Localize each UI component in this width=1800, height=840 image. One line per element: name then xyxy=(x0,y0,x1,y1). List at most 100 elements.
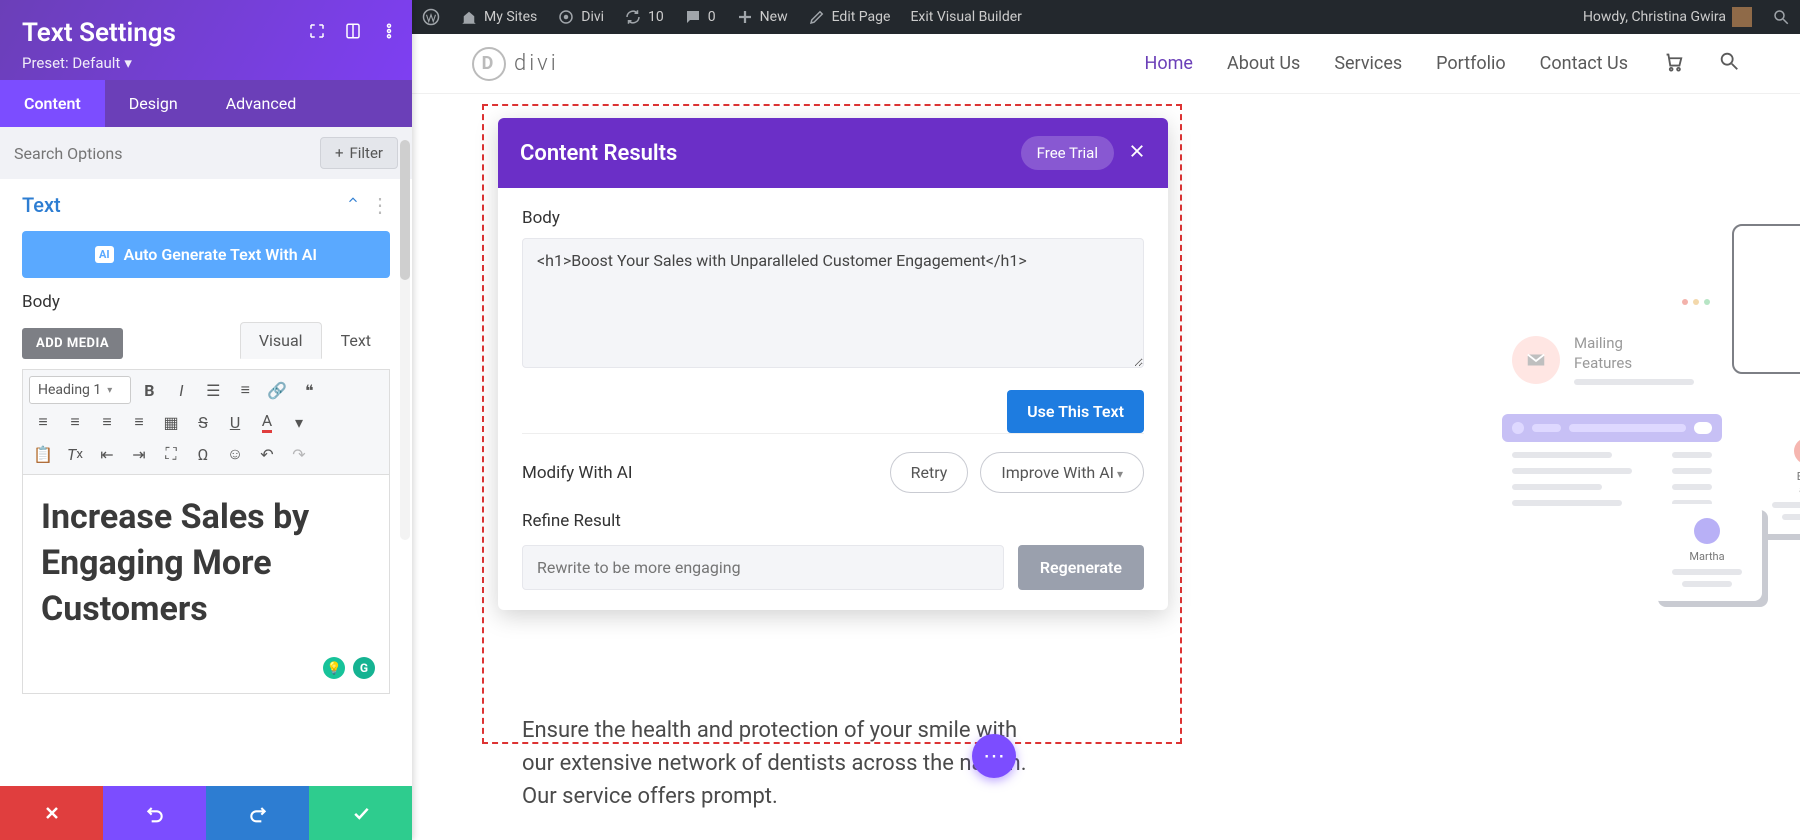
redo-icon[interactable]: ↷ xyxy=(285,440,313,468)
close-icon[interactable] xyxy=(1128,142,1146,164)
link-icon[interactable]: 🔗 xyxy=(263,376,291,404)
align-justify-icon[interactable]: ≡ xyxy=(125,408,153,436)
redo-button[interactable] xyxy=(206,786,309,840)
result-body-label: Body xyxy=(522,208,1144,228)
cart-icon[interactable] xyxy=(1662,50,1684,77)
site-name[interactable]: Divi xyxy=(547,0,614,34)
chevron-up-icon xyxy=(346,193,360,207)
nav-about[interactable]: About Us xyxy=(1227,53,1300,74)
align-center-icon[interactable]: ≡ xyxy=(61,408,89,436)
more-icon[interactable] xyxy=(380,22,398,44)
my-sites[interactable]: My Sites xyxy=(450,0,547,34)
nav-services[interactable]: Services xyxy=(1334,53,1402,74)
undo-button[interactable] xyxy=(103,786,206,840)
body-label: Body xyxy=(22,292,390,312)
grammarly-idea-icon[interactable]: 💡 xyxy=(323,657,345,679)
plus-icon: + xyxy=(335,144,344,162)
responsive-icon[interactable] xyxy=(344,22,362,44)
undo-icon[interactable]: ↶ xyxy=(253,440,281,468)
close-button[interactable] xyxy=(0,786,103,840)
section-text-header[interactable]: Text ⋮ xyxy=(22,193,390,217)
panel-scrollbar[interactable] xyxy=(400,140,410,540)
site-name-label: Divi xyxy=(581,9,604,25)
nav-contact[interactable]: Contact Us xyxy=(1540,53,1628,74)
auto-generate-ai-button[interactable]: AI Auto Generate Text With AI xyxy=(22,231,390,278)
hero-illustration: MailingFeatures Edw ard Mar xyxy=(1232,154,1800,174)
panel-body: Text ⋮ AI Auto Generate Text With AI Bod… xyxy=(0,179,412,786)
number-list-icon[interactable]: ≡ xyxy=(231,376,259,404)
hero-paragraph: Ensure the health and protection of your… xyxy=(522,714,1042,813)
tab-content[interactable]: Content xyxy=(0,80,105,127)
new[interactable]: New xyxy=(726,0,798,34)
underline-icon[interactable]: U xyxy=(221,408,249,436)
outdent-icon[interactable]: ⇤ xyxy=(93,440,121,468)
mail-txt1: Mailing xyxy=(1574,334,1623,352)
wp-logo-icon[interactable] xyxy=(412,0,450,34)
indent-icon[interactable]: ⇥ xyxy=(125,440,153,468)
wp-admin-bar: My Sites Divi 10 0 New Edit Page Exit Vi… xyxy=(412,0,1800,34)
site-nav: Home About Us Services Portfolio Contact… xyxy=(1145,50,1740,77)
panel-tabs: Content Design Advanced xyxy=(0,80,412,127)
textcolor-icon[interactable]: A xyxy=(253,408,281,436)
strike-icon[interactable]: S xyxy=(189,408,217,436)
preset-selector[interactable]: Preset: Default ▾ xyxy=(22,54,390,72)
result-body-textarea[interactable] xyxy=(522,238,1144,368)
use-this-text-button[interactable]: Use This Text xyxy=(1007,390,1144,433)
editor-tab-visual[interactable]: Visual xyxy=(240,322,322,359)
modify-ai-label: Modify With AI xyxy=(522,463,878,483)
save-button[interactable] xyxy=(309,786,412,840)
align-right-icon[interactable]: ≡ xyxy=(93,408,121,436)
refine-input[interactable] xyxy=(522,545,1004,590)
quote-icon[interactable]: ❝ xyxy=(295,376,323,404)
heading-select[interactable]: Heading 1 xyxy=(29,376,131,404)
nav-home[interactable]: Home xyxy=(1145,53,1193,74)
edit-page[interactable]: Edit Page xyxy=(798,0,901,34)
ai-chip-icon: AI xyxy=(95,246,114,263)
italic-icon[interactable]: I xyxy=(167,376,195,404)
wp-search-icon[interactable] xyxy=(1762,0,1800,34)
body-editor[interactable]: Increase Sales by Engaging More Customer… xyxy=(22,474,390,694)
fullscreen-icon[interactable]: ⛶ xyxy=(157,440,185,468)
improve-ai-button[interactable]: Improve With AI xyxy=(980,452,1144,493)
free-trial-button[interactable]: Free Trial xyxy=(1021,136,1114,170)
site-header: D divi Home About Us Services Portfolio … xyxy=(412,34,1800,94)
paste-icon[interactable]: 📋 xyxy=(29,440,57,468)
tab-design[interactable]: Design xyxy=(105,80,202,127)
nav-search-icon[interactable] xyxy=(1718,50,1740,77)
table-icon[interactable]: ▦ xyxy=(157,408,185,436)
focus-icon[interactable] xyxy=(308,22,326,44)
align-left-icon[interactable]: ≡ xyxy=(29,408,57,436)
nav-portfolio[interactable]: Portfolio xyxy=(1436,53,1505,74)
filter-label: Filter xyxy=(349,144,383,162)
tab-advanced[interactable]: Advanced xyxy=(202,80,321,127)
retry-button[interactable]: Retry xyxy=(890,452,969,493)
mail-txt2: Features xyxy=(1574,354,1632,372)
regenerate-button[interactable]: Regenerate xyxy=(1018,545,1144,590)
textcolor-dd-icon[interactable]: ▾ xyxy=(285,408,313,436)
special-char-icon[interactable]: Ω xyxy=(189,440,217,468)
section-more-icon[interactable]: ⋮ xyxy=(370,193,390,217)
bold-icon[interactable]: B xyxy=(135,376,163,404)
grammarly-icon[interactable]: G xyxy=(353,657,375,679)
comments[interactable]: 0 xyxy=(674,0,726,34)
builder-fab[interactable]: ⋯ xyxy=(972,734,1016,778)
search-input[interactable] xyxy=(14,144,310,163)
bullet-list-icon[interactable]: ☰ xyxy=(199,376,227,404)
content-results-modal: Content Results Free Trial Body Use This… xyxy=(498,118,1168,610)
preset-label: Preset: Default xyxy=(22,54,120,72)
section-text-title: Text xyxy=(22,193,61,217)
clear-format-icon[interactable]: Tx xyxy=(61,440,89,468)
editor-tab-text[interactable]: Text xyxy=(322,322,390,359)
updates[interactable]: 10 xyxy=(614,0,674,34)
logo-icon: D xyxy=(472,47,506,81)
emoji-icon[interactable]: ☺ xyxy=(221,440,249,468)
editor-text: Increase Sales by Engaging More Customer… xyxy=(41,497,309,629)
howdy-label: Howdy, Christina Gwira xyxy=(1583,9,1726,25)
howdy-user[interactable]: Howdy, Christina Gwira xyxy=(1573,0,1762,34)
exit-builder[interactable]: Exit Visual Builder xyxy=(900,0,1031,34)
modal-header: Content Results Free Trial xyxy=(498,118,1168,188)
filter-button[interactable]: + Filter xyxy=(320,137,398,169)
site-logo[interactable]: D divi xyxy=(472,47,559,81)
refine-label: Refine Result xyxy=(522,511,1144,531)
add-media-button[interactable]: ADD MEDIA xyxy=(22,328,123,359)
